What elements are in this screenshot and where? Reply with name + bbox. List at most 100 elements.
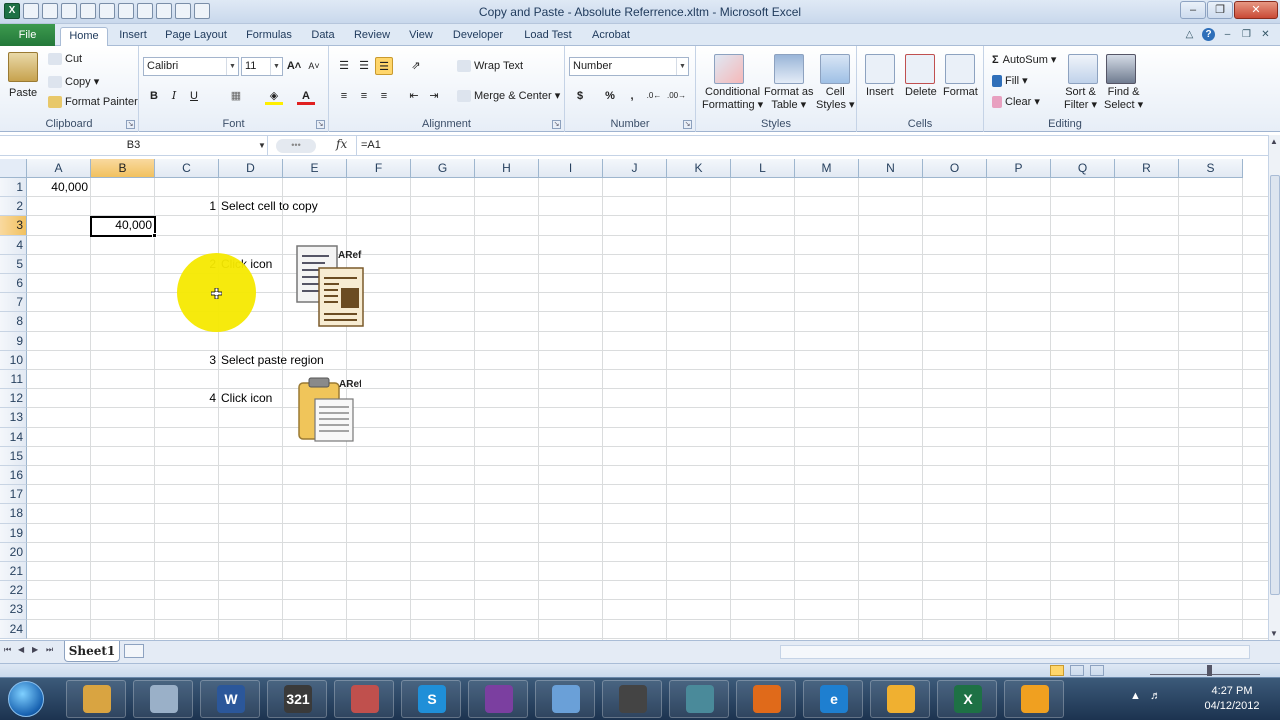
cell-D2[interactable]: Select cell to copy (221, 197, 318, 216)
column-header-C[interactable]: C (155, 159, 219, 178)
decrease-decimal-icon[interactable]: .00→ (667, 87, 686, 105)
column-header-K[interactable]: K (667, 159, 731, 178)
comma-button[interactable]: , (623, 87, 641, 105)
tab-developer[interactable]: Developer (448, 27, 508, 46)
row-header-18[interactable]: 18 (0, 504, 27, 524)
paste-button[interactable]: Paste (9, 87, 37, 99)
zoom-slider[interactable] (1150, 667, 1260, 675)
row-header-19[interactable]: 19 (0, 523, 27, 543)
cell-C2[interactable]: 1 (155, 197, 219, 216)
column-header-R[interactable]: R (1115, 159, 1179, 178)
currency-button[interactable]: $ (571, 87, 589, 105)
taskbar-app4-button[interactable] (669, 680, 729, 718)
format-painter-button[interactable]: Format Painter (48, 96, 138, 109)
tab-acrobat[interactable]: Acrobat (586, 27, 636, 46)
first-sheet-icon[interactable]: ⏮ (4, 645, 11, 655)
column-header-B[interactable]: B (91, 159, 155, 178)
sort-filter-icon[interactable] (1068, 54, 1098, 84)
column-header-P[interactable]: P (987, 159, 1051, 178)
row-header-5[interactable]: 5 (0, 254, 27, 274)
scroll-down-icon[interactable]: ▼ (1270, 629, 1278, 638)
decrease-indent-icon[interactable]: ⇤ (405, 87, 423, 105)
percent-button[interactable]: % (601, 87, 619, 105)
format-as-table-icon[interactable] (774, 54, 804, 84)
tab-data[interactable]: Data (306, 27, 340, 46)
fill-handle[interactable] (152, 233, 157, 238)
font-launcher-icon[interactable]: ↘ (316, 120, 325, 129)
italic-button[interactable]: I (165, 87, 183, 105)
alignment-launcher-icon[interactable]: ↘ (552, 120, 561, 129)
scroll-up-icon[interactable]: ▲ (1270, 137, 1278, 146)
column-header-O[interactable]: O (923, 159, 987, 178)
taskbar-app5-button[interactable] (1004, 680, 1064, 718)
page-layout-view-icon[interactable] (1070, 665, 1084, 676)
vertical-scrollbar[interactable]: ▲ ▼ (1268, 135, 1280, 640)
insert-cells-icon[interactable] (865, 54, 895, 84)
column-header-J[interactable]: J (603, 159, 667, 178)
font-name-select[interactable]: Calibri ▼ (143, 57, 239, 76)
clear-button[interactable]: Clear ▾ (992, 95, 1040, 109)
absolute-reference-copy-icon[interactable]: ARef (295, 244, 367, 328)
doc-restore-icon[interactable]: ❐ (1240, 28, 1253, 41)
wrap-text-button[interactable]: Wrap Text (457, 60, 523, 73)
row-header-15[interactable]: 15 (0, 446, 27, 466)
tab-view[interactable]: View (404, 27, 438, 46)
cell-C10[interactable]: 3 (155, 351, 219, 370)
taskbar-app2-button[interactable] (535, 680, 595, 718)
vertical-scroll-thumb[interactable] (1270, 175, 1280, 595)
cell-styles-button[interactable]: Cell Styles ▾ (816, 86, 855, 112)
underline-button[interactable]: U (185, 87, 203, 105)
cell-D12[interactable]: Click icon (221, 389, 272, 408)
chevron-down-icon[interactable]: ▼ (258, 136, 268, 156)
row-header-23[interactable]: 23 (0, 600, 27, 620)
number-format-select[interactable]: Number ▼ (569, 57, 689, 76)
format-button[interactable]: Format (943, 86, 978, 98)
column-header-N[interactable]: N (859, 159, 923, 178)
row-header-16[interactable]: 16 (0, 466, 27, 486)
row-header-1[interactable]: 1 (0, 178, 27, 198)
align-bottom-icon[interactable]: ☰ (375, 57, 393, 75)
borders-icon[interactable]: ▦ (227, 87, 245, 105)
tray-arrow-icon[interactable]: ▲ (1130, 690, 1141, 702)
cell-A1[interactable]: 40,000 (27, 178, 91, 197)
taskbar-explorer-button[interactable] (66, 680, 126, 718)
start-button[interactable] (8, 681, 44, 717)
binoculars-icon[interactable] (1106, 54, 1136, 84)
row-header-22[interactable]: 22 (0, 581, 27, 601)
row-header-21[interactable]: 21 (0, 562, 27, 582)
column-header-L[interactable]: L (731, 159, 795, 178)
align-middle-icon[interactable]: ☰ (355, 57, 373, 75)
name-box[interactable]: B3 (0, 136, 268, 156)
increase-decimal-icon[interactable]: .0← (645, 87, 663, 105)
tab-file[interactable]: File (0, 24, 55, 46)
doc-close-icon[interactable]: ✕ (1259, 28, 1272, 41)
find-select-button[interactable]: Find & Select ▾ (1104, 86, 1143, 112)
column-header-Q[interactable]: Q (1051, 159, 1115, 178)
row-header-4[interactable]: 4 (0, 235, 27, 255)
format-as-table-button[interactable]: Format as Table ▾ (764, 86, 814, 112)
insert-button[interactable]: Insert (866, 86, 894, 98)
taskbar-media-button[interactable] (334, 680, 394, 718)
insert-sheet-icon[interactable] (124, 644, 144, 658)
row-header-7[interactable]: 7 (0, 293, 27, 313)
next-sheet-icon[interactable]: ▶ (32, 645, 38, 654)
conditional-formatting-icon[interactable] (714, 54, 744, 84)
align-left-icon[interactable]: ≡ (335, 87, 353, 105)
taskbar-firefox-button[interactable] (736, 680, 796, 718)
taskbar-excel-button[interactable]: X (937, 680, 997, 718)
absolute-reference-paste-icon[interactable]: ARef (295, 375, 361, 445)
row-header-6[interactable]: 6 (0, 274, 27, 294)
delete-cells-icon[interactable] (905, 54, 935, 84)
last-sheet-icon[interactable]: ⏭ (46, 645, 53, 655)
fill-button[interactable]: Fill ▾ (992, 74, 1028, 88)
formula-input[interactable]: =A1 (356, 136, 1266, 156)
conditional-formatting-button[interactable]: Conditional Formatting ▾ (702, 86, 763, 112)
worksheet-grid[interactable]: ABCDEFGHIJKLMNOPQRS 1 2 3 4 5 6 7 8 9 10 11 12 13 14 1… (0, 159, 1268, 640)
taskbar-calendar-button[interactable]: 321 (267, 680, 327, 718)
column-header-I[interactable]: I (539, 159, 603, 178)
row-header-13[interactable]: 13 (0, 408, 27, 428)
row-header-14[interactable]: 14 (0, 427, 27, 447)
tab-load-test[interactable]: Load Test (518, 27, 578, 46)
column-header-A[interactable]: A (27, 159, 91, 178)
merge-center-button[interactable]: Merge & Center ▾ (457, 89, 560, 103)
